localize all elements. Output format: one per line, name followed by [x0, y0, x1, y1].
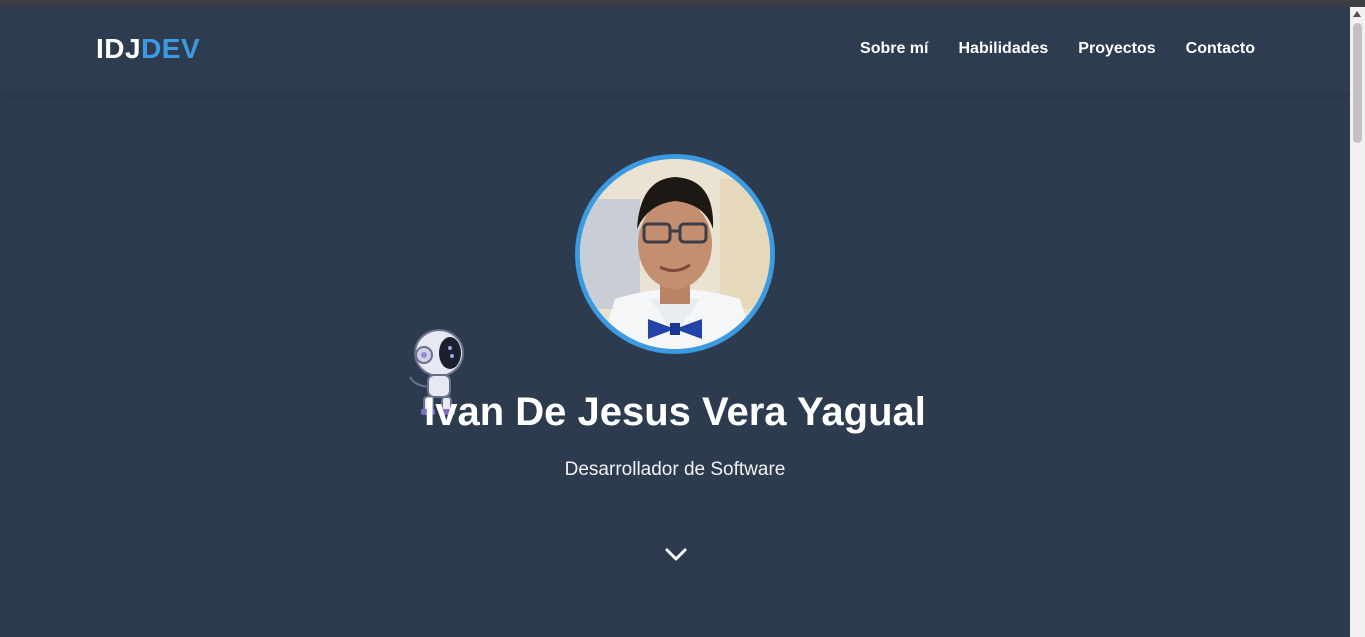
nav-link-sobre-mi[interactable]: Sobre mí	[860, 40, 928, 58]
nav-link-contacto[interactable]: Contacto	[1186, 40, 1255, 58]
nav-link-proyectos[interactable]: Proyectos	[1078, 40, 1155, 58]
chevron-down-icon[interactable]	[663, 544, 689, 564]
logo-text-accent: DEV	[141, 33, 201, 64]
hero-name: Ivan De Jesus Vera Yagual	[424, 390, 926, 434]
page: IDJDEV Sobre mí Habilidades Proyectos Co…	[0, 7, 1350, 637]
site-logo[interactable]: IDJDEV	[96, 33, 200, 65]
nav-link-habilidades[interactable]: Habilidades	[958, 40, 1048, 58]
profile-photo	[575, 154, 775, 354]
browser-top-strip	[0, 0, 1365, 7]
scroll-up-arrow-icon[interactable]	[1353, 11, 1361, 17]
hero-subtitle: Desarrollador de Software	[564, 459, 786, 480]
navbar: IDJDEV Sobre mí Habilidades Proyectos Co…	[0, 7, 1350, 93]
scrollbar-thumb[interactable]	[1353, 23, 1362, 143]
main-nav: Sobre mí Habilidades Proyectos Contacto	[860, 40, 1255, 58]
profile-photo-illustration	[580, 159, 770, 349]
logo-text-primary: IDJ	[96, 33, 142, 64]
